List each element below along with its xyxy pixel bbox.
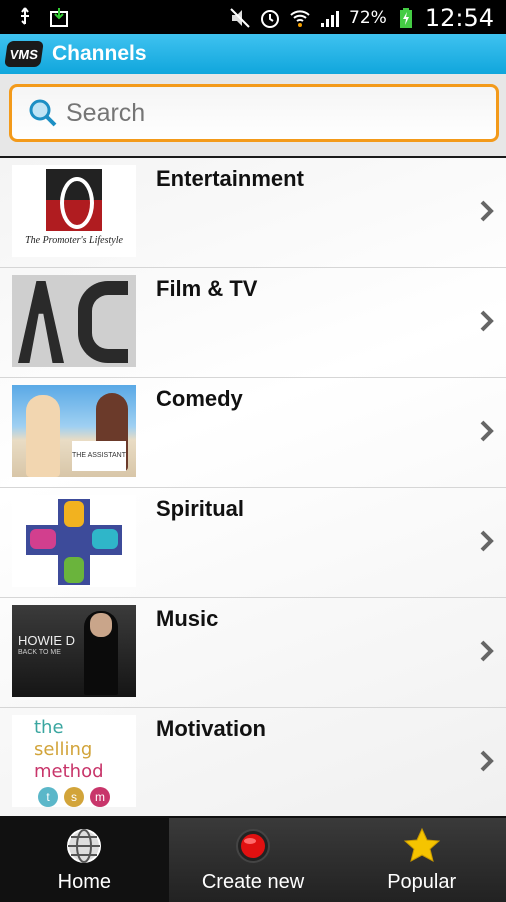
chevron-right-icon bbox=[480, 310, 494, 332]
entertainment-thumbnail: The Promoter's Lifestyle bbox=[12, 165, 136, 257]
app-bar: VMS Channels bbox=[0, 34, 506, 74]
channel-label: Comedy bbox=[156, 386, 243, 411]
thumbnail-caption: The Promoter's Lifestyle bbox=[25, 235, 123, 246]
clock: 12:54 bbox=[424, 4, 494, 32]
channel-label: Spiritual bbox=[156, 496, 245, 521]
chevron-right-icon bbox=[480, 640, 494, 662]
thumbnail-title: HOWIE D bbox=[18, 633, 76, 648]
thumbnail-text-3: method bbox=[34, 761, 104, 782]
tab-popular[interactable]: Popular bbox=[337, 818, 506, 902]
thumbnail-badge: s bbox=[64, 787, 84, 807]
chevron-right-icon bbox=[480, 530, 494, 552]
download-icon bbox=[50, 8, 68, 27]
tab-label: Popular bbox=[387, 870, 457, 893]
channel-list: The Promoter's Lifestyle Entertainment F… bbox=[0, 158, 506, 818]
channel-label: Motivation bbox=[156, 716, 266, 741]
tab-create-new[interactable]: Create new bbox=[169, 818, 338, 902]
thumbnail-text-2: selling bbox=[34, 739, 93, 760]
channel-label: Entertainment bbox=[156, 166, 304, 191]
chevron-right-icon bbox=[480, 750, 494, 772]
search-box[interactable] bbox=[9, 84, 499, 142]
search-area bbox=[0, 74, 506, 158]
thumbnail-badge: m bbox=[90, 787, 110, 807]
page-title: Channels bbox=[52, 42, 147, 65]
record-icon bbox=[236, 828, 270, 863]
bottom-tab-bar: Home Create new Popular bbox=[0, 816, 506, 902]
signal-icon bbox=[321, 11, 340, 27]
search-input[interactable] bbox=[64, 97, 468, 129]
battery-charging-icon bbox=[399, 8, 412, 28]
channel-label: Film & TV bbox=[156, 276, 258, 301]
music-thumbnail: HOWIE D BACK TO ME bbox=[12, 605, 136, 697]
channel-row-film-tv[interactable]: Film & TV bbox=[0, 268, 506, 378]
tab-label: Create new bbox=[201, 870, 305, 893]
film-tv-thumbnail bbox=[12, 275, 136, 367]
tab-label: Home bbox=[57, 870, 112, 893]
motivation-thumbnail: the selling method t s m bbox=[12, 715, 136, 807]
comedy-thumbnail: THE ASSISTANT bbox=[12, 385, 136, 477]
channel-row-motivation[interactable]: the selling method t s m Motivation bbox=[0, 708, 506, 818]
spiritual-thumbnail bbox=[12, 495, 136, 587]
tab-home[interactable]: Home bbox=[0, 818, 169, 902]
channel-row-entertainment[interactable]: The Promoter's Lifestyle Entertainment bbox=[0, 158, 506, 268]
thumbnail-text-1: the bbox=[34, 717, 64, 738]
thumbnail-badge: t bbox=[38, 787, 58, 807]
channel-label: Music bbox=[156, 606, 219, 631]
channel-row-music[interactable]: HOWIE D BACK TO ME Music bbox=[0, 598, 506, 708]
status-bar: 72% 12:54 bbox=[0, 0, 506, 34]
battery-percent: 72% bbox=[349, 8, 387, 28]
mute-icon bbox=[230, 8, 250, 28]
star-icon bbox=[403, 827, 440, 862]
wifi-icon bbox=[290, 10, 310, 27]
usb-icon bbox=[21, 7, 29, 25]
search-icon bbox=[29, 99, 57, 127]
chevron-right-icon bbox=[480, 200, 494, 222]
app-logo[interactable]: VMS bbox=[4, 41, 44, 67]
globe-icon bbox=[67, 828, 102, 863]
alarm-icon bbox=[261, 10, 280, 28]
channel-row-spiritual[interactable]: Spiritual bbox=[0, 488, 506, 598]
chevron-right-icon bbox=[480, 420, 494, 442]
thumbnail-subtitle: BACK TO ME bbox=[18, 649, 61, 656]
channel-row-comedy[interactable]: THE ASSISTANT Comedy bbox=[0, 378, 506, 488]
thumbnail-caption: THE ASSISTANT bbox=[72, 441, 126, 471]
